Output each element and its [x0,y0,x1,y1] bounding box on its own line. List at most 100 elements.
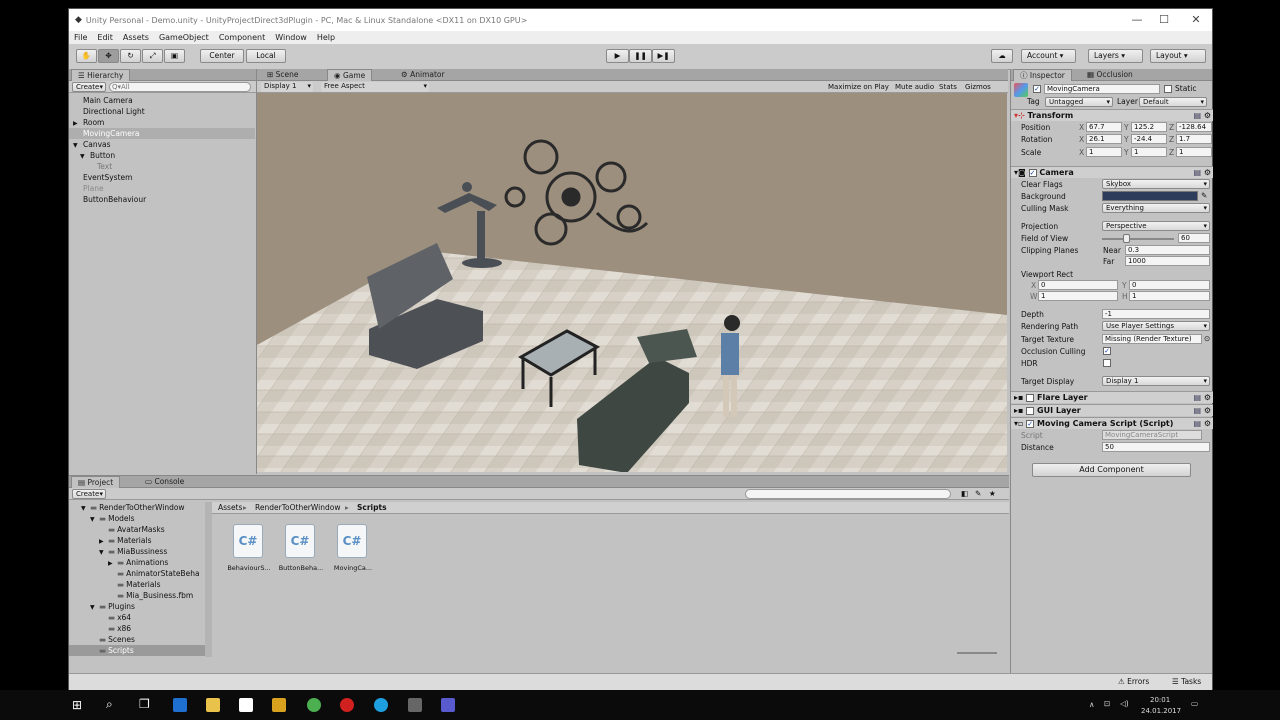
skype-icon[interactable] [374,698,388,712]
folder-tree-item[interactable]: ▼ ▬ MiaBussiness [69,546,205,557]
scale-z-field[interactable]: 1 [1176,147,1212,157]
task-view-icon[interactable]: ❐ [139,697,150,711]
game-view[interactable] [257,93,1007,472]
pivot-local-button[interactable]: Local [246,49,286,63]
stats-toggle[interactable]: Stats [939,83,957,91]
distance-field[interactable]: 50 [1102,442,1210,452]
account-dropdown[interactable]: Account ▾ [1021,49,1076,63]
menu-help[interactable]: Help [312,33,340,42]
folder-tree-item[interactable]: ▬ Scripts [69,645,205,656]
hierarchy-item[interactable]: Main Camera [69,95,255,106]
network-icon[interactable]: ⊡ [1104,699,1110,708]
rotation-x-field[interactable]: 26.1 [1086,134,1122,144]
rendering-path-dropdown[interactable]: Use Player Settings [1102,321,1210,331]
help-icon[interactable]: ▤ [1193,392,1201,403]
clock-date[interactable]: 24.01.2017 [1141,707,1181,715]
icon-size-slider[interactable] [957,652,997,654]
chrome-icon[interactable] [307,698,321,712]
static-checkbox[interactable] [1164,84,1172,93]
tag-dropdown[interactable]: Untagged [1045,97,1113,107]
tab-project[interactable]: ▤ Project [71,476,121,488]
viewport-x-field[interactable]: 0 [1038,280,1118,290]
settings-gear-icon[interactable]: ⚙ [1204,405,1211,416]
folder-tree-item[interactable]: ▼ ▬ RenderToOtherWindow [69,502,205,513]
rotation-y-field[interactable]: -24.4 [1131,134,1167,144]
hand-tool-icon[interactable]: ✋ [76,49,97,63]
unity-app-icon[interactable] [408,698,422,712]
tab-occlusion[interactable]: ▦ Occlusion [1081,69,1139,81]
minimize-button[interactable]: — [1127,13,1147,26]
breadcrumb-assets[interactable]: Assets [218,503,242,512]
store-icon[interactable] [239,698,253,712]
fov-slider-thumb[interactable] [1122,234,1130,243]
folder-tree-item[interactable]: ▶ ▬ Animations [69,557,205,568]
menu-component[interactable]: Component [214,33,270,42]
folder-tree-item[interactable]: ▬ Materials [69,579,205,590]
settings-gear-icon[interactable]: ⚙ [1204,167,1211,178]
pause-button[interactable]: ❚❚ [629,49,652,63]
menu-edit[interactable]: Edit [92,33,118,42]
mute-audio-toggle[interactable]: Mute audio [895,83,934,91]
menu-window[interactable]: Window [270,33,312,42]
close-button[interactable]: ✕ [1186,13,1206,26]
hierarchy-item[interactable]: MovingCamera [69,128,255,139]
hierarchy-item[interactable]: Plane [69,183,255,194]
background-color-swatch[interactable] [1102,191,1198,201]
project-search-input[interactable] [745,489,951,499]
maximize-button[interactable]: ☐ [1154,13,1174,26]
move-tool-icon[interactable]: ✥ [98,49,119,63]
near-field[interactable]: 0.3 [1125,245,1210,255]
far-field[interactable]: 1000 [1125,256,1210,266]
scale-x-field[interactable]: 1 [1086,147,1122,157]
script-header[interactable]: ▾▫ ✓ Moving Camera Script (Script) ▤ ⚙ [1011,417,1213,429]
folder-tree-item[interactable]: ▬ Mia_Business.fbm [69,590,205,601]
file-explorer-icon[interactable] [206,698,220,712]
folder-tree-item[interactable]: ▬ AnimatorStateBeha [69,568,205,579]
folder-tree-item[interactable]: ▬ AvatarMasks [69,524,205,535]
layers-dropdown[interactable]: Layers ▾ [1088,49,1143,63]
hierarchy-search-input[interactable]: Q▾All [109,82,251,92]
script-file-item[interactable]: C# ButtonBeha... [278,524,324,572]
folder-tree-item[interactable]: ▼ ▬ Plugins [69,601,205,612]
menu-file[interactable]: File [69,33,92,42]
windows-start-icon[interactable]: ⊞ [72,698,82,712]
aspect-dropdown[interactable]: Free Aspect [321,82,429,92]
layer-dropdown[interactable]: Default [1139,97,1207,107]
viewport-w-field[interactable]: 1 [1038,291,1118,301]
fov-field[interactable]: 60 [1178,233,1210,243]
target-display-dropdown[interactable]: Display 1 [1102,376,1210,386]
rect-tool-icon[interactable]: ▣ [164,49,185,63]
hierarchy-item[interactable]: Directional Light [69,106,255,117]
tab-hierarchy[interactable]: ☰ Hierarchy [71,69,131,81]
hierarchy-item[interactable]: EventSystem [69,172,255,183]
script-file-item[interactable]: C# MovingCa... [330,524,376,572]
scale-tool-icon[interactable]: ⤢ [142,49,163,63]
search-icon[interactable]: ⌕ [106,697,113,712]
step-button[interactable]: ▶❚ [652,49,675,63]
culling-mask-dropdown[interactable]: Everything [1102,203,1210,213]
folder-tree-item[interactable]: ▬ x64 [69,612,205,623]
favorite-star-icon[interactable]: ★ [989,489,996,498]
help-icon[interactable]: ▤ [1193,167,1201,178]
hierarchy-item[interactable]: ▼ Button [69,150,255,161]
pivot-center-button[interactable]: Center [200,49,244,63]
folder-tree-item[interactable]: ▶ ▬ Materials [69,535,205,546]
object-name-field[interactable]: MovingCamera [1044,84,1160,94]
position-y-field[interactable]: 125.2 [1131,122,1167,132]
viewport-h-field[interactable]: 1 [1129,291,1210,301]
clock-time[interactable]: 20:01 [1150,696,1170,704]
clear-flags-dropdown[interactable]: Skybox [1102,179,1210,189]
breadcrumb-folder[interactable]: RenderToOtherWindow [255,503,340,512]
cloud-icon[interactable]: ☁ [991,49,1013,63]
menu-assets[interactable]: Assets [118,33,154,42]
help-icon[interactable]: ▤ [1193,110,1201,121]
folder-tree-item[interactable]: ▬ Scenes [69,634,205,645]
add-component-button[interactable]: Add Component [1032,463,1191,477]
hierarchy-create-dropdown[interactable]: Create [72,82,106,92]
position-x-field[interactable]: 67.7 [1086,122,1122,132]
menu-gameobject[interactable]: GameObject [154,33,214,42]
hdr-checkbox[interactable] [1103,358,1111,367]
tasks-indicator[interactable]: ☰ Tasks [1172,677,1201,686]
volume-icon[interactable]: ◁) [1120,699,1129,708]
script-file-item[interactable]: C# BehaviourS... [226,524,272,572]
